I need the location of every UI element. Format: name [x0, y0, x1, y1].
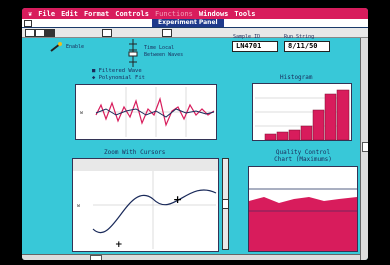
- tool-font-icon[interactable]: [102, 29, 112, 37]
- window-title: Experiment Panel: [152, 19, 224, 27]
- histogram-bar: [312, 109, 325, 141]
- qc-chart: [248, 166, 358, 252]
- tool-align-icon[interactable]: [162, 29, 172, 37]
- apple-menu-icon[interactable]: ❦: [28, 10, 32, 18]
- between-waves-label: Between Waves: [144, 52, 184, 58]
- svg-text:w: w: [80, 110, 84, 116]
- histogram-bar: [336, 89, 350, 141]
- tool-grid-icon[interactable]: [25, 29, 35, 37]
- tool-run-icon[interactable]: [45, 29, 55, 37]
- sample-id-field[interactable]: LN4701: [232, 41, 278, 52]
- menu-tools[interactable]: Tools: [234, 10, 255, 18]
- menu-format[interactable]: Format: [84, 10, 109, 18]
- zoom-vertical-slider[interactable]: [222, 158, 229, 250]
- zoom-plot: + + w: [73, 159, 218, 250]
- close-box-icon[interactable]: [24, 20, 32, 27]
- toolbar: [22, 28, 368, 38]
- waveform-chart: w: [75, 84, 217, 140]
- enable-switch-icon[interactable]: [50, 42, 62, 52]
- menu-functions: Functions: [154, 9, 193, 18]
- enable-label: Enable: [66, 44, 85, 50]
- histogram-chart: [252, 83, 352, 141]
- histogram-bar: [276, 131, 289, 141]
- menu-controls[interactable]: Controls: [115, 10, 149, 18]
- window-title-bar[interactable]: Experiment Panel: [22, 19, 368, 28]
- qc-title: Quality Control Chart (Maximums): [274, 149, 332, 163]
- histogram-title: Histogram: [280, 74, 313, 81]
- histogram-bar: [324, 93, 337, 141]
- zoom-chart: + + w: [72, 158, 219, 252]
- histogram-bar: [300, 125, 313, 141]
- vertical-scrollbar[interactable]: [360, 38, 368, 260]
- histogram-bar: [288, 129, 301, 141]
- qc-area: [249, 197, 357, 251]
- svg-text:w: w: [77, 203, 81, 209]
- legend-poly: ◆ Polynomial Fit: [92, 75, 145, 81]
- time-slider[interactable]: [126, 38, 140, 68]
- run-string-label: Run String: [284, 34, 315, 40]
- horizontal-scroll-thumb[interactable]: [90, 255, 102, 260]
- menu-edit[interactable]: Edit: [61, 10, 78, 18]
- time-local-label: Time Local: [144, 45, 175, 51]
- qc-plot: [249, 188, 357, 251]
- menu-windows[interactable]: Windows: [199, 10, 229, 18]
- waveform-plot: w: [80, 87, 215, 137]
- sine-wave-line: [92, 189, 217, 233]
- vertical-scroll-thumb[interactable]: [362, 142, 368, 152]
- menu-file[interactable]: File: [38, 10, 55, 18]
- cursor-plus-icon: +: [173, 193, 182, 206]
- tool-grid2-icon[interactable]: [35, 29, 45, 37]
- sample-id-label: Sample ID: [233, 34, 261, 40]
- legend-filtered: ■ Filtered Wave: [92, 68, 142, 74]
- horizontal-scrollbar[interactable]: [22, 254, 360, 260]
- zoom-title: Zoom With Cursors: [104, 149, 166, 156]
- zoom-slider-thumb[interactable]: [222, 199, 229, 209]
- run-string-field[interactable]: 8/11/50: [284, 41, 330, 52]
- cursor-plus-icon: +: [115, 240, 123, 250]
- histogram-bar: [264, 133, 277, 141]
- screen: ❦ File Edit Format Controls Functions Wi…: [22, 8, 368, 260]
- menu-bar: ❦ File Edit Format Controls Functions Wi…: [22, 8, 368, 19]
- histogram-plot: [255, 89, 350, 141]
